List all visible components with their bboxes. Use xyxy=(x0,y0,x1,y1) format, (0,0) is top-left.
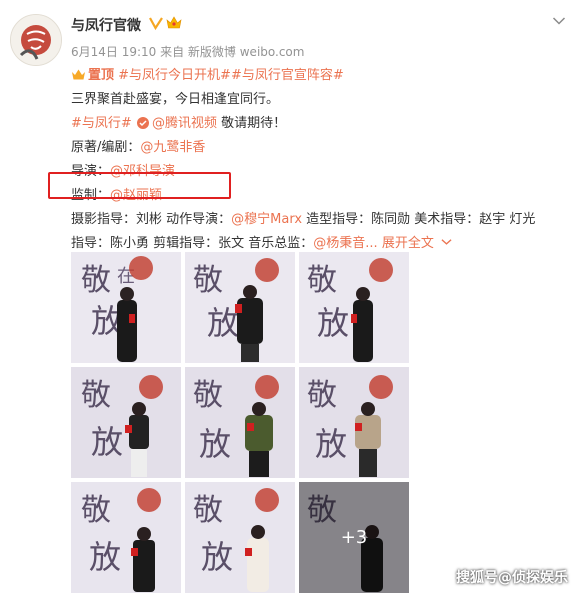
producer-highlight-box xyxy=(48,172,231,199)
mention-action[interactable]: @穆宁Marx xyxy=(231,212,302,227)
svg-text:敬: 敬 xyxy=(193,493,223,528)
mention-music[interactable]: @杨秉音... xyxy=(313,236,377,251)
svg-text:放: 放 xyxy=(317,304,349,342)
crew-text-a: 摄影指导：刘彬 动作导演： xyxy=(71,212,232,227)
photo-grid: 敬 在 放 敬 放 敬 放 敬 放 敬 放 敬 放 敬 放 敬 放 敬 +3 xyxy=(71,252,409,593)
svg-text:放: 放 xyxy=(315,425,347,463)
watermark: 搜狐号@侦探娱乐 xyxy=(456,570,568,586)
crown-icon[interactable] xyxy=(166,14,182,31)
svg-text:放: 放 xyxy=(89,538,121,576)
photo-5[interactable]: 敬 放 xyxy=(185,367,295,478)
body-line-2: 三界聚首赴盛宴，今日相逢宜同行。 xyxy=(71,92,280,107)
svg-text:敬: 敬 xyxy=(193,263,223,298)
author-label: 原著/编剧： xyxy=(71,140,141,155)
svg-text:敬: 敬 xyxy=(81,263,111,298)
expand-full-text[interactable]: 展开全文 xyxy=(382,236,434,251)
topic-icon xyxy=(136,117,149,129)
post-body: 置顶 #与凤行今日开机##与凤行官宣阵容# 三界聚首赴盛宴，今日相逢宜同行。 #… xyxy=(71,64,576,256)
photo-4[interactable]: 敬 放 xyxy=(71,367,181,478)
pin-icon xyxy=(72,69,85,80)
more-photos-count[interactable]: +3 xyxy=(299,482,409,593)
svg-text:敬: 敬 xyxy=(307,378,337,413)
photo-9[interactable]: 敬 +3 xyxy=(299,482,409,593)
topic-link[interactable]: #与凤行# xyxy=(71,116,132,131)
verified-icon xyxy=(148,15,164,31)
pinned-topics[interactable]: #与凤行今日开机##与凤行官宣阵容# xyxy=(118,68,344,83)
photo-7[interactable]: 敬 放 xyxy=(71,482,181,593)
photo-8[interactable]: 敬 放 xyxy=(185,482,295,593)
svg-text:敬: 敬 xyxy=(81,378,111,413)
photo-1[interactable]: 敬 在 放 xyxy=(71,252,181,363)
svg-text:放: 放 xyxy=(199,425,231,463)
crew-text-c: 指导：陈小勇 剪辑指导：张文 音乐总监： xyxy=(71,236,314,251)
pinned-label: 置顶 xyxy=(88,68,115,83)
photo-6[interactable]: 敬 放 xyxy=(299,367,409,478)
pinned-line: 置顶 #与凤行今日开机##与凤行官宣阵容# xyxy=(71,64,576,88)
svg-text:敬: 敬 xyxy=(193,378,223,413)
post-meta: 6月14日 19:10 来自 新版微博 weibo.com xyxy=(71,45,305,59)
author-name[interactable]: 与凤行官微 xyxy=(71,15,141,35)
svg-text:放: 放 xyxy=(91,423,123,461)
mention-tencent[interactable]: @腾讯视频 xyxy=(152,116,217,131)
body-line-7: 摄影指导：刘彬 动作导演：@穆宁Marx 造型指导：陈同勋 美术指导：赵宇 灯光 xyxy=(71,208,576,232)
expand-chevron-icon[interactable] xyxy=(441,238,452,246)
svg-text:敬: 敬 xyxy=(81,493,111,528)
svg-text:敬: 敬 xyxy=(307,263,337,298)
photo-2[interactable]: 敬 放 xyxy=(185,252,295,363)
body-line-3: #与凤行# @腾讯视频 敬请期待！ xyxy=(71,112,576,136)
avatar[interactable] xyxy=(10,14,62,66)
mention-author[interactable]: @九鹭非香 xyxy=(140,140,205,155)
body-line-4: 原著/编剧：@九鹭非香 xyxy=(71,136,576,160)
photo-3[interactable]: 敬 放 xyxy=(299,252,409,363)
svg-text:放: 放 xyxy=(201,538,233,576)
body-line-3-rest: 敬请期待！ xyxy=(216,116,287,131)
chevron-down-icon[interactable] xyxy=(552,16,566,26)
crew-text-b: 造型指导：陈同勋 美术指导：赵宇 灯光 xyxy=(302,212,536,227)
svg-text:放: 放 xyxy=(207,304,239,342)
